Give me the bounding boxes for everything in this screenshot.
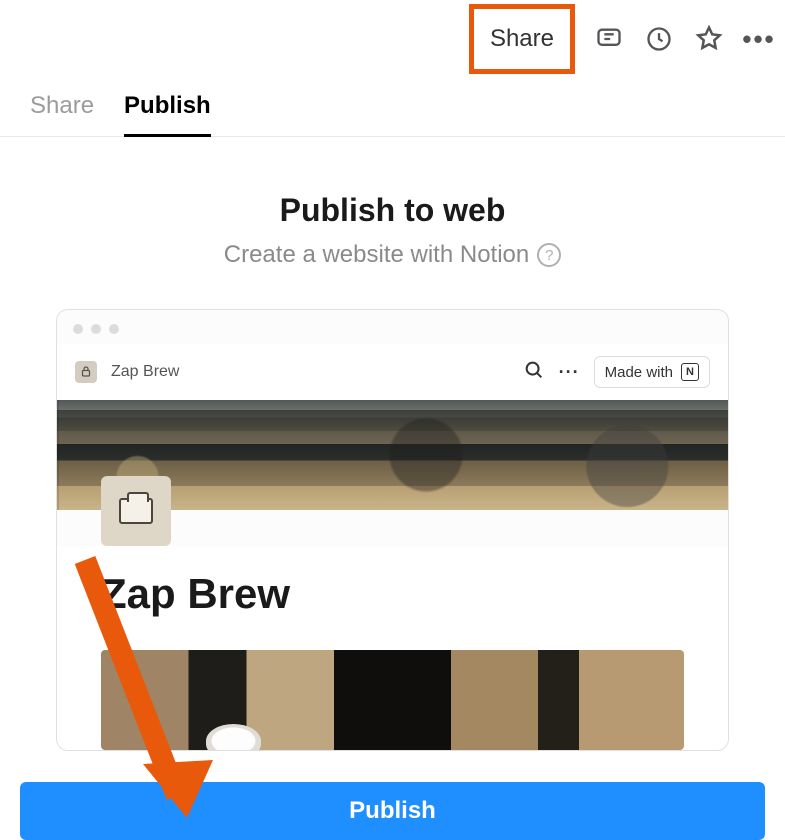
history-icon[interactable]	[643, 23, 675, 55]
help-icon[interactable]: ?	[537, 243, 561, 267]
favorite-icon[interactable]	[693, 23, 725, 55]
window-dot	[109, 324, 119, 334]
tab-share[interactable]: Share	[30, 78, 94, 137]
more-icon[interactable]: •••	[743, 23, 775, 55]
made-with-badge[interactable]: Made with N	[594, 356, 710, 388]
publish-button[interactable]: Publish	[20, 782, 765, 840]
window-dot	[73, 324, 83, 334]
preview-page-title: Zap Brew	[111, 363, 509, 381]
share-button[interactable]: Share	[469, 4, 575, 74]
made-with-label: Made with	[605, 364, 673, 381]
search-icon[interactable]	[523, 359, 545, 386]
notion-icon: N	[681, 363, 699, 381]
page-hero-image	[101, 650, 684, 750]
topbar: Share •••	[0, 0, 785, 78]
website-preview: Zap Brew ··· Made with N Zap Brew	[56, 309, 729, 751]
publish-subtitle: Create a website with Notion ?	[20, 241, 765, 269]
preview-favicon	[75, 361, 97, 383]
tabs: Share Publish	[0, 78, 785, 137]
page-body: Zap Brew	[57, 546, 728, 750]
subtitle-text: Create a website with Notion	[224, 241, 529, 269]
content-area: Publish to web Create a website with Not…	[0, 137, 785, 751]
more-icon[interactable]: ···	[559, 362, 580, 383]
window-dot	[91, 324, 101, 334]
comments-icon[interactable]	[593, 23, 625, 55]
preview-header: Zap Brew ··· Made with N	[57, 344, 728, 400]
page-emoji	[101, 476, 171, 546]
window-controls	[57, 310, 728, 344]
publish-title: Publish to web	[20, 192, 765, 229]
tab-publish[interactable]: Publish	[124, 78, 211, 137]
page-heading: Zap Brew	[101, 570, 684, 618]
